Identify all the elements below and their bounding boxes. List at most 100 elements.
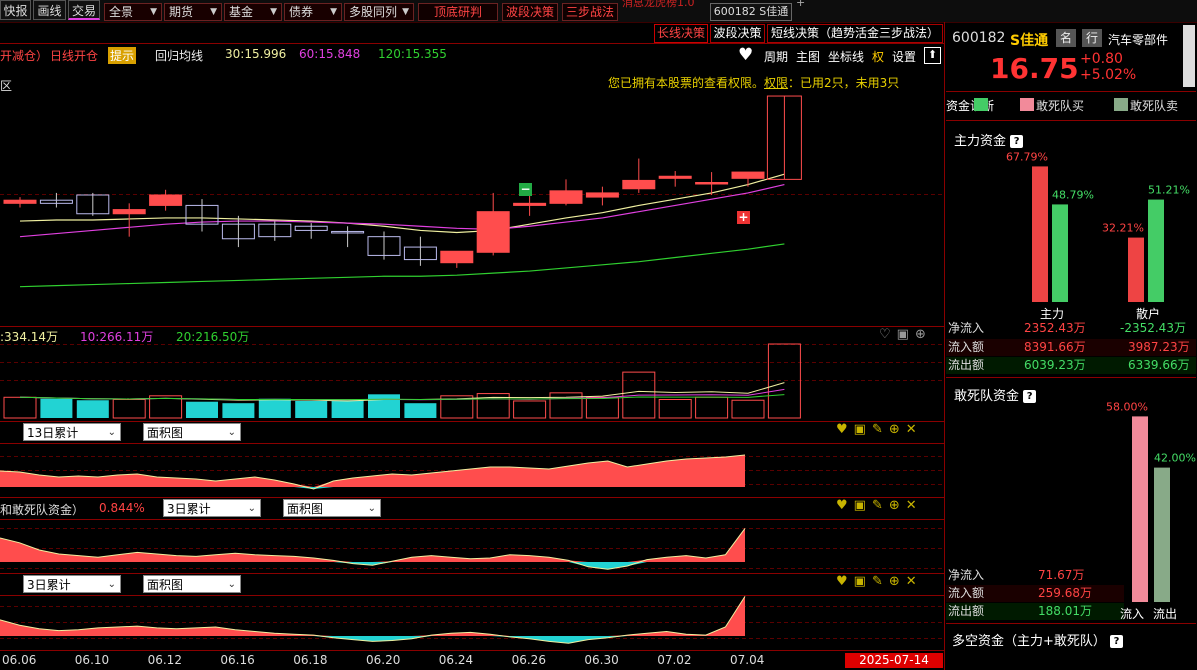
volume-bar [585,396,619,419]
close-icon[interactable]: ✕ [906,498,923,513]
volume-ma-line [19,382,785,402]
panel-b-period-select[interactable]: 3日累计 ⌄ [163,499,261,517]
window-icon[interactable]: ▣ [854,574,872,589]
dare-fund-title-text: 敢死队资金 [954,389,1020,404]
price-change: +0.80 [1080,51,1123,67]
volume-bar [513,400,547,419]
panel-c-period-value: 3日累计 [27,578,71,592]
volume-panel-icons: ♡▣⊕ [879,327,932,342]
row-label: 流出额 [948,358,985,372]
main-fund-bar-label: 32.21% [1102,222,1144,235]
minus-marker-icon[interactable]: − [519,183,532,196]
panel-b-type-value: 面积图 [287,502,324,516]
panel-c-type-select[interactable]: 面积图 ⌄ [143,575,241,593]
chevron-down-icon: ⌄ [247,503,256,514]
panel-a-period-select[interactable]: 13日累计 ⌄ [23,423,121,441]
volume-bar [731,399,765,419]
row-value: 188.01万 [1038,604,1092,618]
dare-row-net: 净流入 71.67万 [946,567,1196,584]
window-icon[interactable]: ▣ [897,327,915,342]
zoom-icon[interactable]: ⊕ [889,574,906,589]
scrollbar[interactable] [1183,25,1195,87]
name-tag-button[interactable]: 名 [1056,29,1076,47]
candle-body [3,199,37,204]
window-icon[interactable]: ▣ [854,498,872,513]
dare-fund-title: 敢死队资金 ? [954,385,1037,404]
panel-a-type-select[interactable]: 面积图 ⌄ [143,423,241,441]
main-fund-bar-label: 67.79% [1006,150,1048,163]
volume-bar [695,396,729,419]
volume-bar [222,403,255,418]
main-fund-bar-label: 51.21% [1148,184,1190,197]
row-label: 流入额 [948,586,985,600]
panel-b-period-value: 3日累计 [167,502,211,516]
fund-row-outflow: 流出额 6039.23万 6339.66万 [946,357,1196,374]
zoom-icon[interactable]: ⊕ [915,327,932,342]
current-price: 16.75 [990,52,1079,85]
volume-bar [404,403,437,418]
volume-ma-line [19,388,785,401]
pin-icon[interactable]: ✎ [872,574,889,589]
ma-line-30 [19,173,785,234]
heart-icon[interactable]: ♥ [836,422,854,437]
fund-bar-charts: 67.79% 48.79% 32.21% 51.21% 58.00% 42.00% [1006,150,1196,602]
chevron-down-icon: ⌄ [107,427,116,438]
volume-bar [258,398,291,418]
panel-c-positive-area [0,596,745,636]
volume-ma20: 20:216.50万 [176,330,250,344]
close-icon[interactable]: ✕ [906,574,923,589]
pin-icon[interactable]: ✎ [872,422,889,437]
zoom-icon[interactable]: ⊕ [889,498,906,513]
volume-bar [368,394,400,418]
heart-icon[interactable]: ♥ [836,498,854,513]
date-tick-label: 06.24 [438,653,474,667]
dare-in-label: 流入 [1120,607,1145,621]
heart-icon[interactable]: ♥ [836,574,854,589]
candle-body [513,202,547,206]
industry-tag-button[interactable]: 行 [1082,29,1102,47]
date-tick-label: 06.06 [2,653,37,667]
divider [946,377,1196,378]
volume-bar [186,401,218,418]
main-fund-bar-label: 48.79% [1052,188,1094,201]
main-fund-bar [1032,166,1048,302]
close-icon[interactable]: ✕ [906,422,923,437]
legend-dare-sell: 敢死队卖 [1130,99,1179,113]
row-value: 71.67万 [1038,568,1085,582]
row-retail-value: 3987.23万 [1128,340,1190,354]
date-tick-label: 06.26 [511,653,546,667]
dare-row-outflow: 流出额 188.01万 [946,603,1124,620]
legend-pink-swatch [1020,98,1034,111]
date-tick-label: 06.18 [293,653,328,667]
panel-a-period-value: 13日累计 [27,426,79,440]
heart-outline-icon[interactable]: ♡ [879,327,897,342]
fund-row-net: 净流入 2352.43万 -2352.43万 [946,320,1196,337]
main-fund-bar [1128,237,1144,302]
chevron-down-icon: ⌄ [227,427,236,438]
panel-c-period-select[interactable]: 3日累计 ⌄ [23,575,121,593]
plus-marker-icon[interactable]: + [737,211,750,224]
volume-bar [295,400,328,418]
industry-name: 汽车零部件 [1108,33,1169,47]
chevron-down-icon: ⌄ [367,503,376,514]
row-main-value: 2352.43万 [1024,321,1086,335]
help-icon[interactable]: ? [1110,635,1124,648]
date-tick-label: 07.04 [730,653,765,667]
zoom-icon[interactable]: ⊕ [889,422,906,437]
volume-bar [40,398,73,418]
long-short-title: 多空资金（主力+敢死队） ? [952,630,1124,649]
legend-dare-buy: 敢死队买 [1036,99,1085,113]
cursor-date-label: 2025-07-14 [845,653,943,668]
row-main-value: 6039.23万 [1024,358,1086,372]
panel-b-type-select[interactable]: 面积图 ⌄ [283,499,381,517]
date-axis: 06.06 06.10 06.12 06.16 06.18 06.20 06.24 06.26… [0,651,944,670]
date-tick-label: 06.10 [74,653,110,667]
panel-a-negative-area [0,487,745,489]
chevron-down-icon: ⌄ [227,579,236,590]
row-label: 净流入 [948,568,985,582]
window-icon[interactable]: ▣ [854,422,872,437]
help-icon[interactable]: ? [1023,390,1037,403]
panel-a-icons: ♥▣✎⊕✕ [836,422,923,437]
pin-icon[interactable]: ✎ [872,498,889,513]
price-change-pct: +5.02% [1080,67,1137,83]
